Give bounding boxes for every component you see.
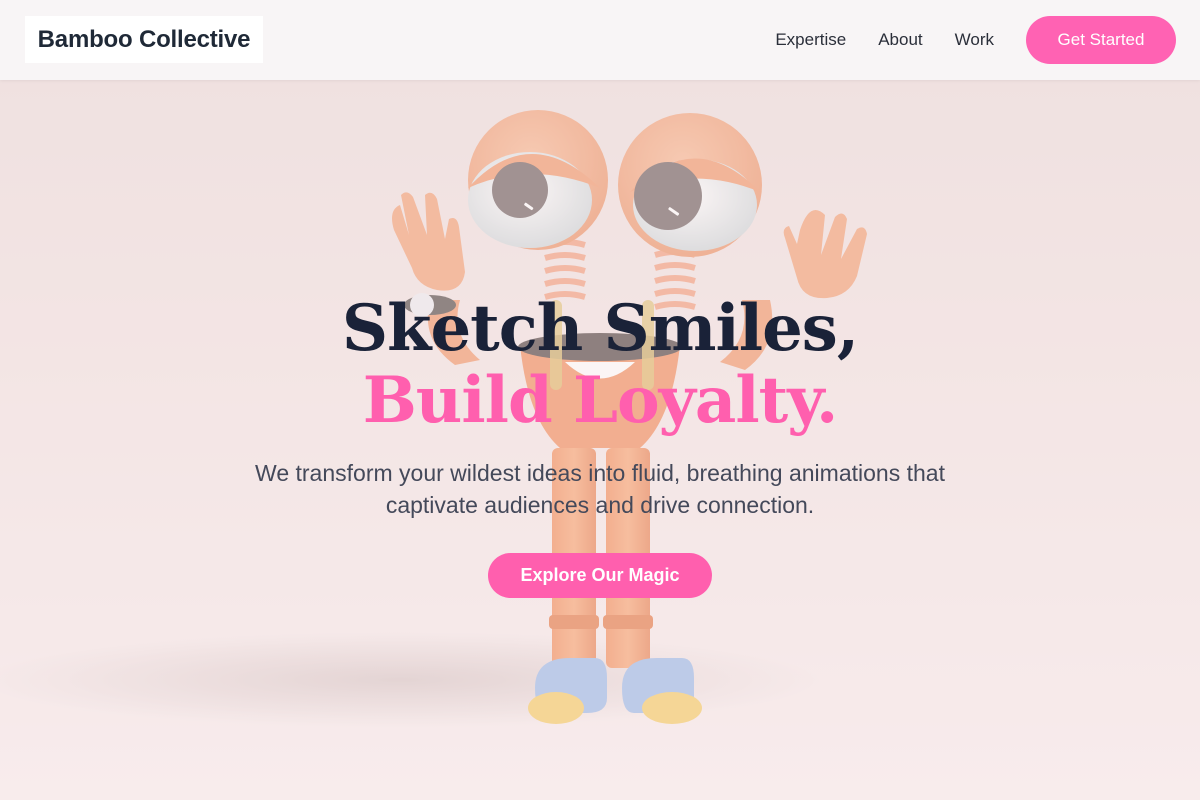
explore-our-magic-button[interactable]: Explore Our Magic — [488, 553, 712, 598]
nav-link-about[interactable]: About — [878, 30, 922, 50]
hero-headline-line-2: Build Loyalty. — [362, 363, 839, 438]
hero-section: Sketch Smiles, Build Loyalty. We transfo… — [0, 80, 1200, 800]
hero-subtext: We transform your wildest ideas into flu… — [255, 460, 945, 518]
brand-logo[interactable]: Bamboo Collective — [25, 16, 263, 63]
hero-headline-line-1: Sketch Smiles, — [341, 291, 859, 366]
get-started-button[interactable]: Get Started — [1026, 16, 1176, 64]
nav-link-work[interactable]: Work — [955, 30, 994, 50]
main-nav: Expertise About Work Get Started — [775, 16, 1176, 64]
nav-link-expertise[interactable]: Expertise — [775, 30, 846, 50]
site-header: Bamboo Collective Expertise About Work G… — [0, 0, 1200, 80]
